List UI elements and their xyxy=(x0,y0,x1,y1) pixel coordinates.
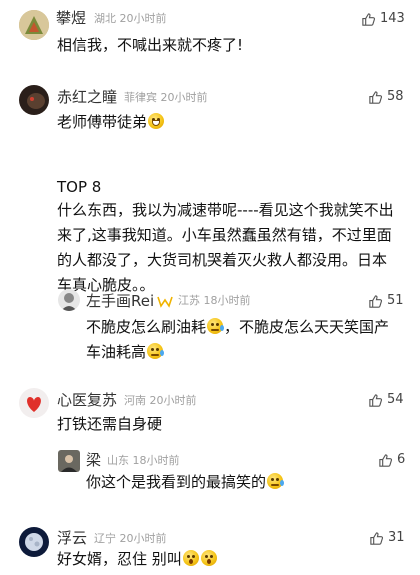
grinning-emoji-icon xyxy=(148,113,165,129)
avatar-image xyxy=(58,289,80,311)
laugh-cry-emoji-icon xyxy=(207,318,225,334)
reply-author[interactable]: 左手画Rei xyxy=(86,292,154,310)
like-button[interactable]: 31 xyxy=(369,530,405,546)
like-button[interactable]: 51 xyxy=(368,293,404,309)
comment-text-row: 好女婿，忍住 别叫 xyxy=(57,547,218,572)
comment-time: 20小时前 xyxy=(119,12,167,25)
thumbs-up-icon xyxy=(379,453,393,467)
comment-label: TOP 8 xyxy=(57,178,102,196)
avatar[interactable] xyxy=(19,85,49,115)
like-count: 51 xyxy=(387,293,404,308)
thumbs-up-icon xyxy=(362,12,376,26)
like-button[interactable]: 54 xyxy=(368,392,404,408)
comment-time: 20小时前 xyxy=(160,91,208,104)
comment-meta: 河南 20小时前 xyxy=(124,394,197,408)
reply-location: 江苏 xyxy=(178,294,200,307)
reply-meta: 山东 18小时前 xyxy=(107,454,180,468)
like-button[interactable]: 6 xyxy=(378,452,405,468)
laugh-cry-emoji-icon xyxy=(147,343,165,359)
shocked-emoji-icon xyxy=(182,550,199,566)
like-count: 6 xyxy=(397,452,406,467)
laugh-cry-emoji-icon xyxy=(267,473,285,489)
avatar-image xyxy=(58,450,80,472)
vip-badge-icon xyxy=(157,296,173,308)
thumbs-up-icon xyxy=(369,393,383,407)
like-count: 143 xyxy=(380,11,405,26)
reply-text: 你这个是我看到的最搞笑的 xyxy=(86,473,267,491)
like-button[interactable]: 58 xyxy=(368,89,404,105)
comment-author[interactable]: 浮云 xyxy=(57,529,87,547)
avatar-image xyxy=(19,85,49,115)
comment-location: 河南 xyxy=(124,394,146,407)
reply-time: 18小时前 xyxy=(132,454,180,467)
comment-location: 菲律宾 xyxy=(124,91,157,104)
reply-avatar[interactable] xyxy=(58,450,80,472)
reply-author-row: 左手画Rei xyxy=(86,292,173,310)
like-count: 54 xyxy=(387,392,404,407)
comment-text-row: 老师傅带徒弟 xyxy=(57,110,165,135)
comment-time: 20小时前 xyxy=(119,532,167,545)
thumbs-up-icon xyxy=(369,294,383,308)
comment-text: 相信我，不喊出来就不疼了! xyxy=(57,36,244,54)
reply-location: 山东 xyxy=(107,454,129,467)
avatar-image xyxy=(19,527,49,557)
reply-avatar[interactable] xyxy=(58,289,80,311)
reply-text-row: 不脆皮怎么刷油耗 ，不脆皮怎么天天笑国产车油耗高 xyxy=(86,315,404,365)
comment-meta: 湖北 20小时前 xyxy=(94,12,167,26)
avatar-image xyxy=(19,10,49,40)
avatar[interactable] xyxy=(19,388,49,418)
comment-location: 辽宁 xyxy=(94,532,116,545)
like-count: 31 xyxy=(388,530,405,545)
comment-text: 好女婿，忍住 别叫 xyxy=(57,550,182,568)
like-button[interactable]: 143 xyxy=(361,11,405,27)
comment-time: 20小时前 xyxy=(149,394,197,407)
reply-time: 18小时前 xyxy=(203,294,251,307)
thumbs-up-icon xyxy=(370,531,384,545)
reply-text-part: 不脆皮怎么刷油耗 xyxy=(86,318,207,336)
avatar[interactable] xyxy=(19,527,49,557)
avatar[interactable] xyxy=(19,10,49,40)
reply-text-row: 你这个是我看到的最搞笑的 xyxy=(86,470,285,495)
reply-author[interactable]: 梁 xyxy=(86,451,101,469)
avatar-image xyxy=(19,388,49,418)
comment-meta: 辽宁 20小时前 xyxy=(94,532,167,546)
comment-location: 湖北 xyxy=(94,12,116,25)
thumbs-up-icon xyxy=(369,90,383,104)
comment-text: 什么东西，我以为减速带呢----看见这个我就笑不出来了,这事我知道。小车虽然蠢虽… xyxy=(57,201,394,294)
comment-author[interactable]: 心医复苏 xyxy=(57,391,117,409)
comment-text: 打铁还需自身硬 xyxy=(57,415,163,433)
comment-author[interactable]: 攀煜 xyxy=(56,9,86,27)
comment-author[interactable]: 赤红之瞳 xyxy=(57,88,117,106)
reply-meta: 江苏 18小时前 xyxy=(178,294,251,308)
comment-text: 老师傅带徒弟 xyxy=(57,113,148,131)
like-count: 58 xyxy=(387,89,404,104)
comment-meta: 菲律宾 20小时前 xyxy=(124,91,208,105)
shocked-emoji-icon xyxy=(200,550,217,566)
